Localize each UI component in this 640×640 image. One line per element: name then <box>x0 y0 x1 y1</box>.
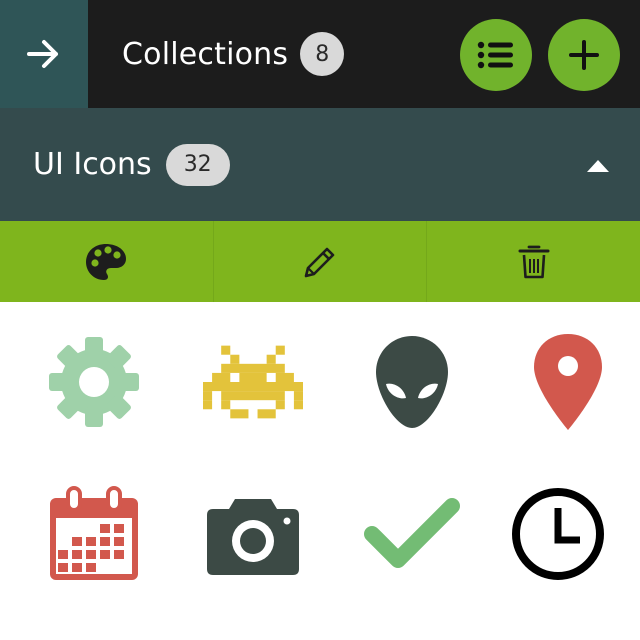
icon-tile-camera[interactable] <box>193 474 313 594</box>
space-invader-icon <box>203 345 303 419</box>
header-title-group: Collections 8 <box>122 0 345 108</box>
palette-button[interactable] <box>0 221 213 302</box>
trash-icon <box>518 245 550 278</box>
icon-tile-gear[interactable] <box>34 322 154 442</box>
clock-icon <box>512 488 604 580</box>
action-bar <box>0 221 640 302</box>
icon-tile-space-invader[interactable] <box>193 322 313 442</box>
gear-icon <box>49 337 139 427</box>
icon-tile-calendar[interactable] <box>34 474 154 594</box>
icon-tile-clock[interactable] <box>498 474 618 594</box>
collection-title-group: UI Icons 32 <box>33 108 230 221</box>
add-button[interactable] <box>548 19 620 91</box>
page-title: Collections <box>122 36 289 72</box>
collection-title: UI Icons <box>33 147 152 182</box>
back-button[interactable] <box>0 0 88 108</box>
top-bar: Collections 8 <box>0 0 640 108</box>
map-pin-icon <box>534 334 602 430</box>
collection-count-badge: 32 <box>165 143 230 186</box>
icon-tile-map-pin[interactable] <box>508 322 628 442</box>
list-view-button[interactable] <box>460 19 532 91</box>
icon-tile-checkmark[interactable] <box>352 474 472 594</box>
delete-button[interactable] <box>426 221 640 302</box>
edit-button[interactable] <box>212 221 427 302</box>
arrow-right-icon <box>27 40 58 68</box>
caret-up-icon[interactable] <box>584 154 612 176</box>
icon-tile-alien[interactable] <box>352 322 472 442</box>
plus-icon <box>569 40 599 70</box>
collection-header[interactable]: UI Icons 32 <box>0 108 640 221</box>
camera-icon <box>207 499 299 575</box>
icon-grid <box>0 302 640 640</box>
alien-icon <box>376 336 448 428</box>
list-icon <box>477 41 513 69</box>
palette-icon <box>86 243 127 280</box>
calendar-icon <box>50 486 138 580</box>
checkmark-icon <box>364 498 460 568</box>
collections-count-badge: 8 <box>300 32 345 76</box>
pencil-icon <box>304 247 335 277</box>
